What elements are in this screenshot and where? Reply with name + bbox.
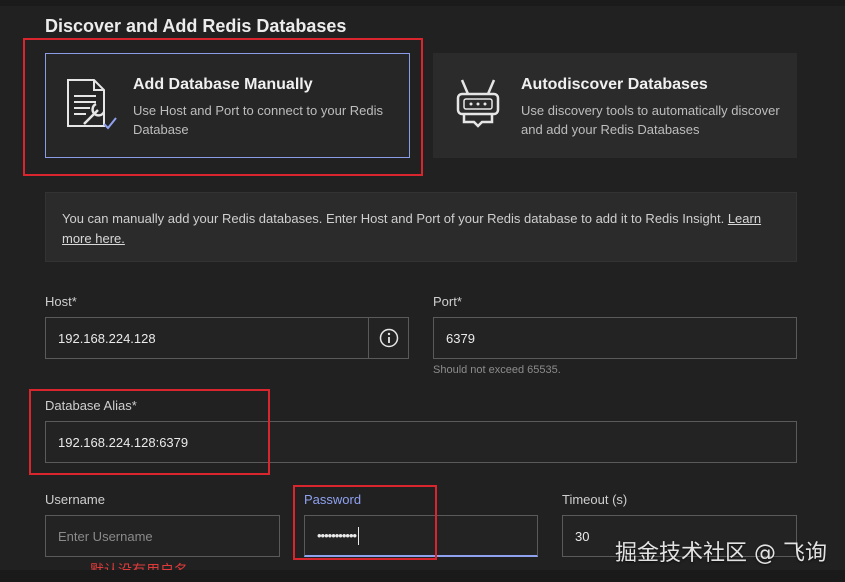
host-input[interactable]: 192.168.224.128 [45, 317, 409, 359]
document-wrench-icon [67, 79, 117, 130]
port-label: Port* [433, 294, 462, 309]
alias-value: 192.168.224.128:6379 [58, 434, 189, 450]
host-info-button[interactable] [368, 318, 408, 358]
timeout-label: Timeout (s) [562, 492, 628, 507]
info-panel: You can manually add your Redis database… [45, 192, 797, 262]
robot-icon [456, 79, 500, 128]
password-input[interactable]: ••••••••••• [304, 515, 538, 557]
page-title: Discover and Add Redis Databases [45, 16, 347, 36]
alias-input[interactable]: 192.168.224.128:6379 [45, 421, 797, 463]
info-icon [379, 328, 398, 348]
username-label: Username [45, 492, 105, 507]
port-input[interactable]: 6379 [433, 317, 797, 359]
card-title: Add Database Manually [133, 76, 313, 93]
top-strip [0, 0, 845, 6]
text-cursor [358, 526, 360, 545]
bottom-strip [0, 570, 845, 582]
info-text: You can manually add your Redis database… [62, 211, 725, 226]
card-description: Use discovery tools to automatically dis… [521, 103, 780, 137]
password-value: ••••••••••• [317, 528, 357, 543]
add-database-manually-card[interactable]: Add Database Manually Use Host and Port … [45, 53, 410, 158]
alias-label: Database Alias* [45, 398, 137, 413]
port-value: 6379 [446, 330, 475, 346]
card-description: Use Host and Port to connect to your Red… [133, 103, 384, 137]
timeout-value: 30 [575, 528, 590, 544]
host-value: 192.168.224.128 [58, 330, 156, 346]
port-hint: Should not exceed 65535. [433, 364, 561, 376]
autodiscover-databases-card[interactable]: Autodiscover Databases Use discovery too… [433, 53, 797, 158]
card-title: Autodiscover Databases [521, 76, 708, 93]
password-label: Password [304, 492, 362, 507]
watermark: 掘金技术社区 @ 飞询 [615, 541, 827, 566]
username-placeholder: Enter Username [58, 528, 153, 544]
username-input[interactable]: Enter Username [45, 515, 280, 557]
host-label: Host* [45, 294, 77, 309]
